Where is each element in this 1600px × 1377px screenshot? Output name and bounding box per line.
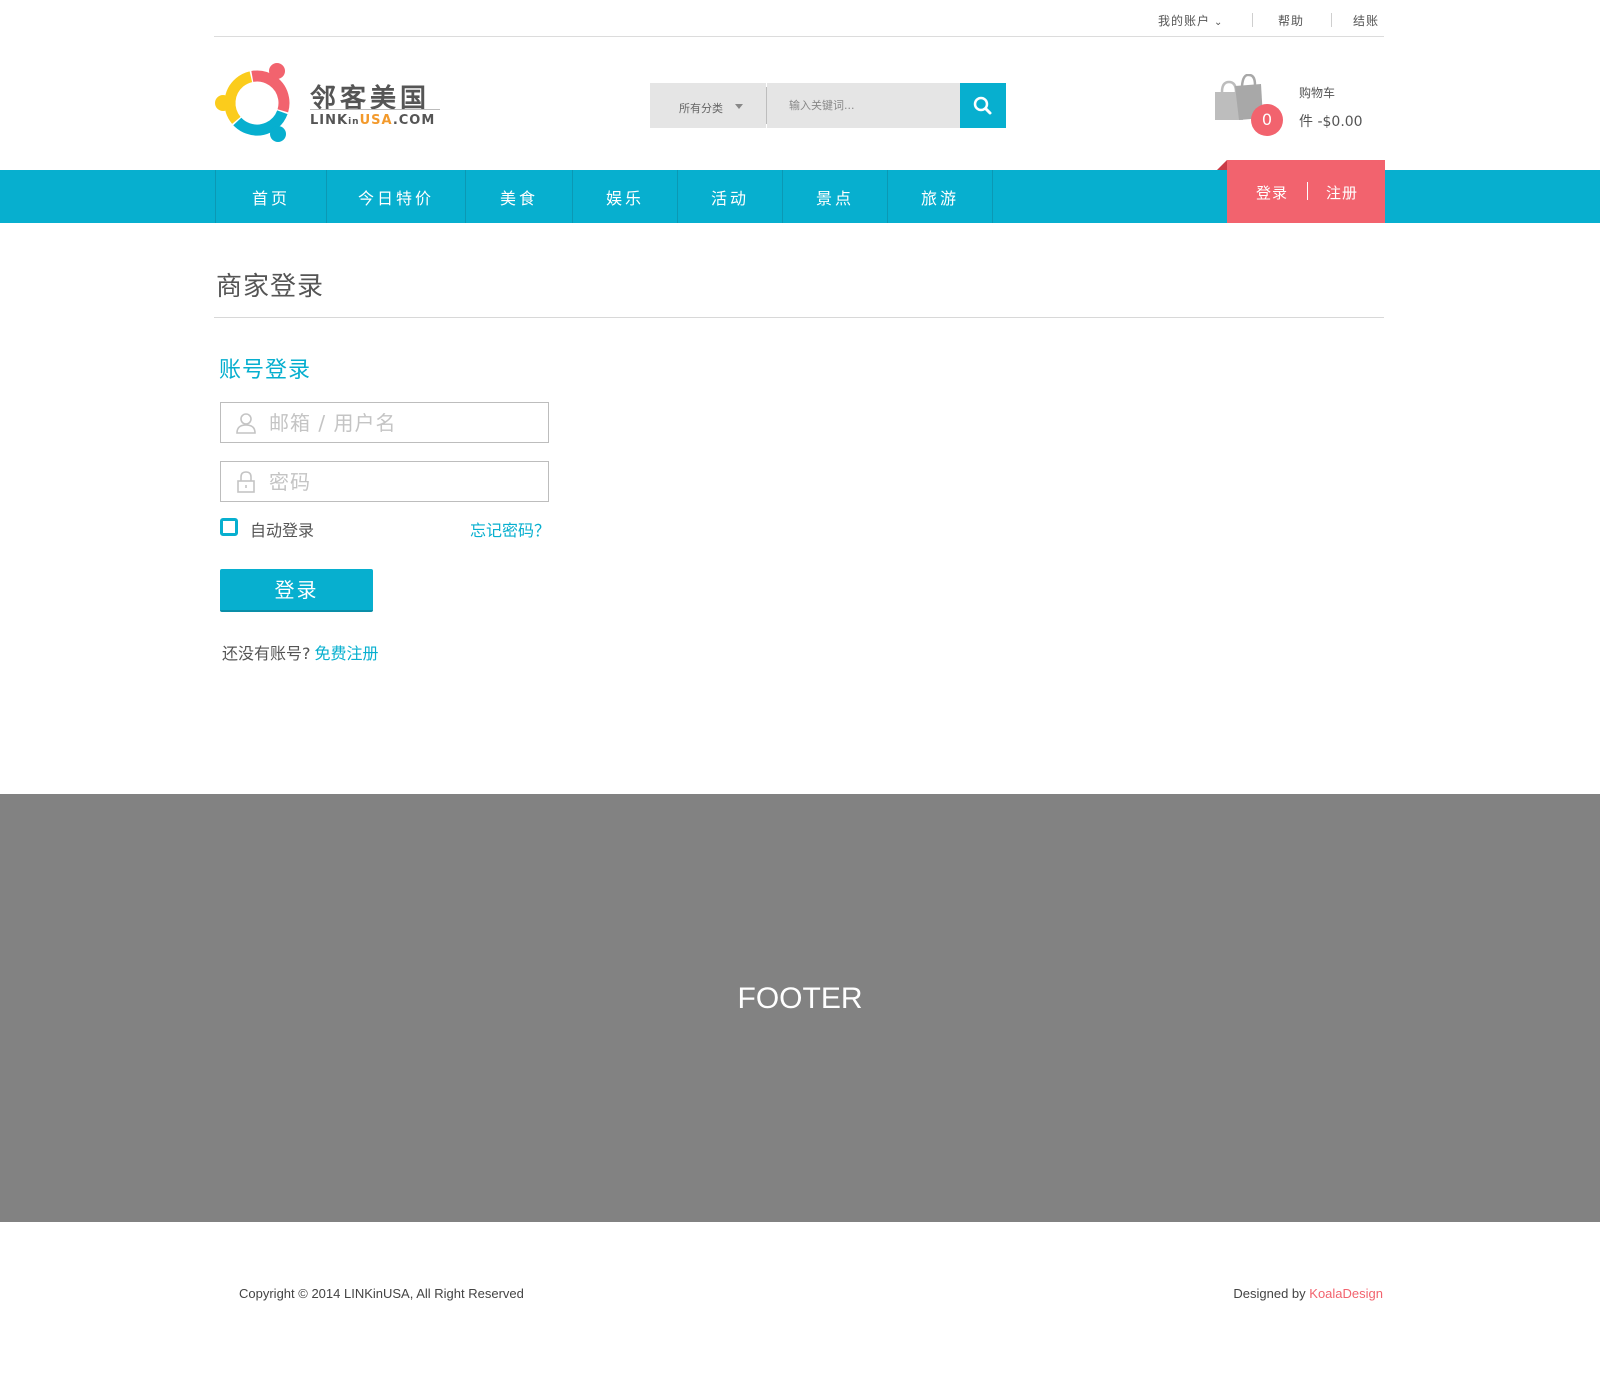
login-link[interactable]: 登录 <box>1256 182 1288 203</box>
footer-block: FOOTER <box>0 794 1600 1222</box>
logo-rule <box>310 109 440 110</box>
ribbon-fold <box>1217 160 1227 170</box>
logo-name-en-in: in <box>348 117 360 127</box>
page-title: 商家登录 <box>216 272 325 302</box>
lock-icon <box>237 471 255 493</box>
search-icon <box>973 96 992 115</box>
title-divider <box>214 317 1384 318</box>
logo-name-en-link: LINK <box>310 113 349 128</box>
designed-by: Designed by KoalaDesign <box>1233 1286 1383 1301</box>
cart-widget[interactable]: 0 购物车 件 -$0.00 <box>1213 74 1383 140</box>
top-utility-bar: 我的账户 ⌄ 帮助 结账 <box>214 0 1384 37</box>
auth-box: 登录 注册 <box>1217 160 1385 223</box>
site-logo[interactable]: 邻客美国 LINKinUSA.COM <box>214 62 454 144</box>
nav-item-home[interactable]: 首页 <box>216 170 327 223</box>
login-form-heading: 账号登录 <box>219 358 312 383</box>
footer-placeholder-text: FOOTER <box>737 982 863 1015</box>
main-nav: 首页 今日特价 美食 娱乐 活动 景点 旅游 <box>215 170 993 223</box>
cart-title: 购物车 <box>1299 86 1336 100</box>
logo-mark-icon <box>215 63 290 142</box>
username-input[interactable] <box>269 403 539 442</box>
cart-summary: 件 -$0.00 <box>1299 114 1363 130</box>
category-label: 所有分类 <box>679 102 723 115</box>
divider <box>1331 13 1332 27</box>
no-account-text: 还没有账号? <box>222 644 311 663</box>
no-account-row: 还没有账号? 免费注册 <box>222 640 379 664</box>
login-submit-button[interactable]: 登录 <box>220 569 373 612</box>
nav-item-travel[interactable]: 旅游 <box>888 170 993 223</box>
designed-by-label: Designed by <box>1233 1286 1310 1301</box>
logo-name-en-usa: USA <box>359 113 393 128</box>
remember-row: 自动登录 忘记密码？ <box>220 517 550 541</box>
register-link[interactable]: 注册 <box>1326 182 1358 203</box>
auto-login-label[interactable]: 自动登录 <box>250 517 314 541</box>
caret-down-icon <box>735 104 743 109</box>
nav-item-entertainment[interactable]: 娱乐 <box>573 170 678 223</box>
search-input[interactable] <box>767 83 960 128</box>
auto-login-checkbox[interactable] <box>220 518 238 536</box>
auth-divider <box>1307 182 1308 200</box>
password-input[interactable] <box>269 462 539 501</box>
forgot-password-link[interactable]: 忘记密码？ <box>470 517 550 541</box>
category-dropdown[interactable]: 所有分类 <box>650 83 766 128</box>
nav-item-attractions[interactable]: 景点 <box>783 170 888 223</box>
search-button[interactable] <box>960 83 1006 128</box>
nav-item-food[interactable]: 美食 <box>466 170 573 223</box>
free-register-link[interactable]: 免费注册 <box>315 644 379 663</box>
nav-item-deals[interactable]: 今日特价 <box>327 170 466 223</box>
my-account-link[interactable]: 我的账户 ⌄ <box>1158 12 1223 29</box>
help-link[interactable]: 帮助 <box>1278 12 1304 29</box>
my-account-label: 我的账户 <box>1158 14 1211 28</box>
search-bar: 所有分类 <box>650 83 1006 128</box>
password-field <box>220 461 549 502</box>
logo-name-en-suffix: .COM <box>392 113 436 128</box>
designer-link[interactable]: KoalaDesign <box>1309 1286 1383 1301</box>
divider <box>1252 13 1253 27</box>
logo-name-en: LINKinUSA.COM <box>310 113 435 128</box>
username-field <box>220 402 549 443</box>
user-icon <box>236 413 256 434</box>
copyright-text: Copyright © 2014 LINKinUSA, All Right Re… <box>239 1286 524 1301</box>
cart-count-badge: 0 <box>1251 104 1283 136</box>
nav-item-events[interactable]: 活动 <box>678 170 783 223</box>
checkout-link[interactable]: 结账 <box>1353 12 1379 29</box>
chevron-down-icon: ⌄ <box>1214 17 1224 28</box>
